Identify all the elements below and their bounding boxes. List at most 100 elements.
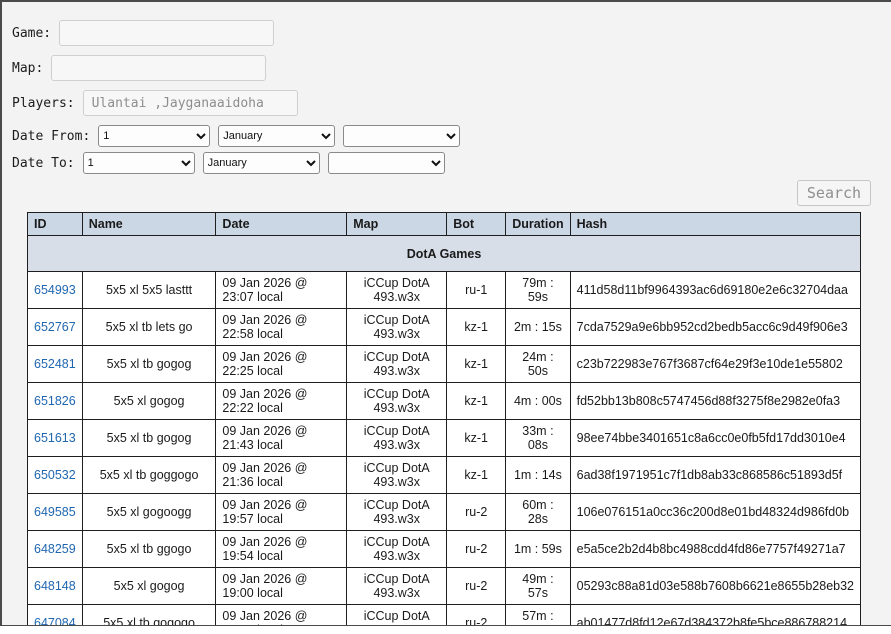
- cell-duration: 60m : 28s: [506, 494, 570, 531]
- date-from-day-select[interactable]: 1: [98, 125, 210, 147]
- cell-bot: ru-1: [447, 272, 506, 309]
- cell-name: 5x5 xl tb lets go: [82, 309, 216, 346]
- cell-id: 648259: [28, 531, 83, 568]
- cell-id: 651826: [28, 383, 83, 420]
- date-from-month-select[interactable]: January: [218, 125, 335, 147]
- game-id-link[interactable]: 651613: [34, 431, 76, 445]
- game-row: 652481 5x5 xl tb gogog09 Jan 2026 @ 22:25…: [28, 346, 861, 383]
- cell-id: 647084: [28, 605, 83, 627]
- cell-name: 5x5 xl gogoogg: [82, 494, 216, 531]
- cell-bot: kz-1: [447, 346, 506, 383]
- cell-date: 09 Jan 2026 @ 22:25 local: [216, 346, 347, 383]
- date-to-label: Date To:: [12, 156, 75, 171]
- cell-hash: 05293c88a81d03e588b7608b6621e8655b28eb32: [570, 568, 860, 605]
- cell-duration: 33m : 08s: [506, 420, 570, 457]
- cell-name: 5x5 xl gogog: [82, 383, 216, 420]
- cell-name: 5x5 xl gogog: [82, 568, 216, 605]
- game-id-link[interactable]: 652767: [34, 320, 76, 334]
- games-table-body: 654993 5x5 xl 5x5 lasttt09 Jan 2026 @ 23:…: [28, 272, 861, 627]
- game-id-link[interactable]: 651826: [34, 394, 76, 408]
- game-input[interactable]: [59, 20, 274, 46]
- game-row: 652767 5x5 xl tb lets go09 Jan 2026 @ 22:…: [28, 309, 861, 346]
- cell-map: iCCup DotA 493.w3x: [347, 420, 447, 457]
- games-table-header-row: IDNameDateMapBotDurationHash: [28, 213, 861, 236]
- game-id-link[interactable]: 654993: [34, 283, 76, 297]
- cell-map: iCCup DotA 493.w3x: [347, 494, 447, 531]
- date-to-month-select[interactable]: January: [203, 152, 320, 174]
- column-header-duration: Duration: [506, 213, 570, 236]
- cell-id: 651613: [28, 420, 83, 457]
- search-form: Game: Map: Players: Date From: 1 January…: [2, 2, 891, 174]
- players-label: Players:: [12, 96, 75, 111]
- game-row: Game:: [12, 20, 891, 46]
- cell-id: 652767: [28, 309, 83, 346]
- cell-date: 09 Jan 2026 @ 22:58 local: [216, 309, 347, 346]
- games-table-title-row: DotA Games: [28, 236, 861, 272]
- cell-bot: kz-1: [447, 309, 506, 346]
- cell-date: 09 Jan 2026 @ 21:43 local: [216, 420, 347, 457]
- map-input[interactable]: [51, 55, 266, 81]
- cell-bot: ru-2: [447, 494, 506, 531]
- cell-bot: kz-1: [447, 457, 506, 494]
- cell-bot: kz-1: [447, 420, 506, 457]
- cell-map: iCCup DotA 493.w3x: [347, 605, 447, 627]
- game-id-link[interactable]: 648148: [34, 579, 76, 593]
- cell-hash: 411d58d11bf9964393ac6d69180e2e6c32704daa: [570, 272, 860, 309]
- cell-id: 648148: [28, 568, 83, 605]
- game-id-link[interactable]: 650532: [34, 468, 76, 482]
- cell-name: 5x5 xl tb gogog: [82, 346, 216, 383]
- players-input[interactable]: [83, 90, 298, 116]
- game-row: 6482595x5 xl tb ggogo09 Jan 2026 @ 19:54…: [28, 531, 861, 568]
- cell-name: 5x5 xl tb gogog: [82, 420, 216, 457]
- cell-duration: 2m : 15s: [506, 309, 570, 346]
- game-row: 648148 5x5 xl gogog09 Jan 2026 @ 19:00 lo…: [28, 568, 861, 605]
- cell-date: 09 Jan 2026 @ 17:55 local: [216, 605, 347, 627]
- search-button[interactable]: Search: [797, 180, 871, 206]
- date-to-day-select[interactable]: 1: [83, 152, 195, 174]
- cell-date: 09 Jan 2026 @ 19:00 local: [216, 568, 347, 605]
- game-id-link[interactable]: 648259: [34, 542, 76, 556]
- column-header-bot: Bot: [447, 213, 506, 236]
- game-row: 647084 5x5 xl tb gogogo09 Jan 2026 @ 17:5…: [28, 605, 861, 627]
- game-row: 650532 5x5 xl tb goggogo09 Jan 2026 @ 21:…: [28, 457, 861, 494]
- game-row: 651613 5x5 xl tb gogog09 Jan 2026 @ 21:43…: [28, 420, 861, 457]
- cell-date: 09 Jan 2026 @ 19:57 local: [216, 494, 347, 531]
- cell-date: 09 Jan 2026 @ 23:07 local: [216, 272, 347, 309]
- cell-map: iCCup DotA 493.w3x: [347, 531, 447, 568]
- cell-date: 09 Jan 2026 @ 19:54 local: [216, 531, 347, 568]
- cell-duration: 24m : 50s: [506, 346, 570, 383]
- cell-name: 5x5 xl 5x5 lasttt: [82, 272, 216, 309]
- date-from-year-select[interactable]: [343, 125, 460, 147]
- game-id-link[interactable]: 649585: [34, 505, 76, 519]
- cell-duration: 1m : 59s: [506, 531, 570, 568]
- cell-duration: 79m : 59s: [506, 272, 570, 309]
- cell-name: 5x5 xl tb gogogo: [82, 605, 216, 627]
- date-from-label: Date From:: [12, 129, 90, 144]
- game-id-link[interactable]: 647084: [34, 616, 76, 626]
- cell-bot: ru-2: [447, 568, 506, 605]
- cell-hash: 106e076151a0cc36c200d8e01bd48324d986fd0b: [570, 494, 860, 531]
- cell-hash: fd52bb13b808c5747456d88f3275f8e2982e0fa3: [570, 383, 860, 420]
- cell-hash: e5a5ce2b2d4b8bc4988cdd4fd86e7757f49271a7: [570, 531, 860, 568]
- column-header-date: Date: [216, 213, 347, 236]
- cell-id: 649585: [28, 494, 83, 531]
- cell-name: 5x5 xl tb goggogo: [82, 457, 216, 494]
- date-to-year-select[interactable]: [328, 152, 445, 174]
- page: Game: Map: Players: Date From: 1 January…: [0, 0, 891, 626]
- cell-id: 650532: [28, 457, 83, 494]
- cell-hash: ab01477d8fd12e67d384372b8fe5bce886788214: [570, 605, 860, 627]
- cell-map: iCCup DotA 493.w3x: [347, 272, 447, 309]
- cell-duration: 49m : 57s: [506, 568, 570, 605]
- cell-date: 09 Jan 2026 @ 21:36 local: [216, 457, 347, 494]
- map-label: Map:: [12, 61, 43, 76]
- game-label: Game:: [12, 26, 51, 41]
- cell-bot: ru-2: [447, 531, 506, 568]
- players-row: Players:: [12, 90, 891, 116]
- cell-map: iCCup DotA 493.w3x: [347, 383, 447, 420]
- cell-duration: 1m : 14s: [506, 457, 570, 494]
- cell-hash: 7cda7529a9e6bb952cd2bedb5acc6c9d49f906e3: [570, 309, 860, 346]
- column-header-id: ID: [28, 213, 83, 236]
- cell-bot: ru-2: [447, 605, 506, 627]
- cell-hash: c23b722983e767f3687cf64e29f3e10de1e55802: [570, 346, 860, 383]
- game-id-link[interactable]: 652481: [34, 357, 76, 371]
